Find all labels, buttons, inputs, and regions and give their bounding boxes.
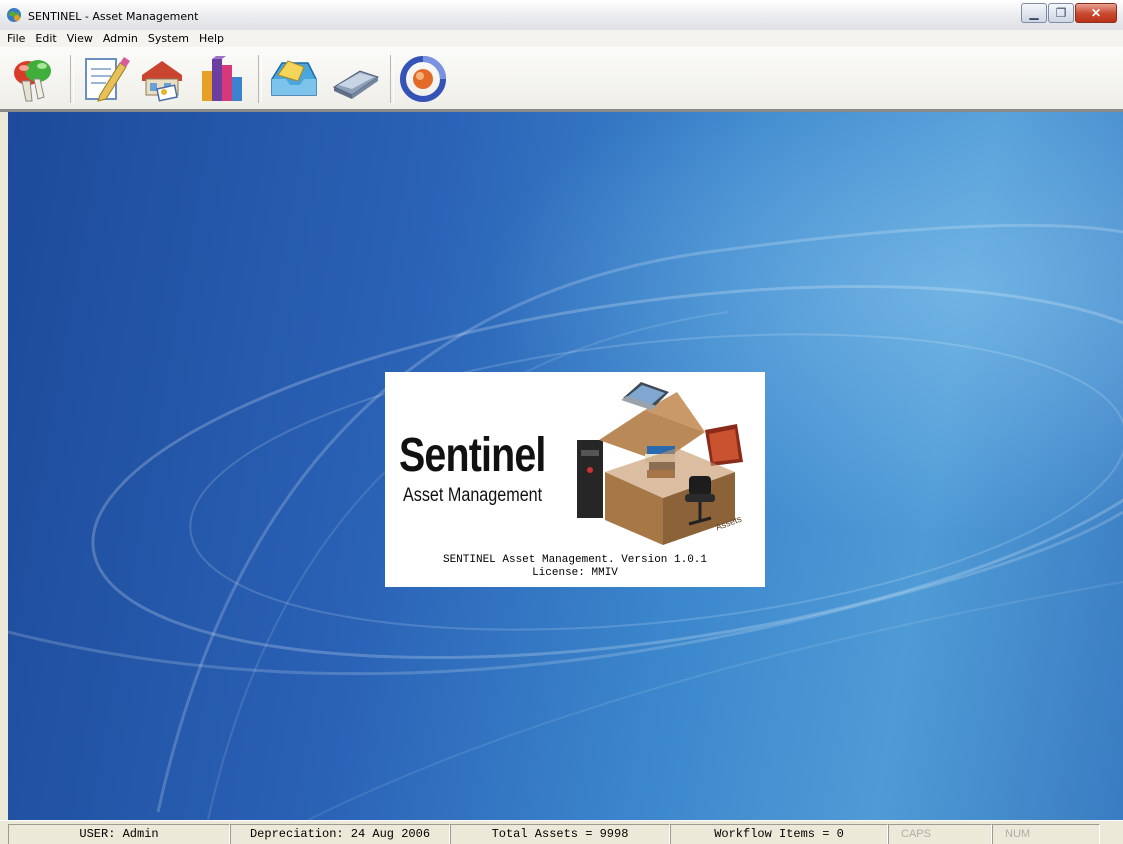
toolbar-workflow-button[interactable] <box>268 51 318 105</box>
close-icon: ✕ <box>1090 6 1102 20</box>
reports-chart-icon <box>202 56 242 101</box>
window-title: SENTINEL - Asset Management <box>28 10 199 23</box>
status-bar: USER: Admin Depreciation: 24 Aug 2006 To… <box>0 820 1123 844</box>
splash-version-text: SENTINEL Asset Management. Version 1.0.1 <box>442 554 708 566</box>
restore-button[interactable]: ❐ <box>1048 3 1074 23</box>
close-button[interactable]: ✕ <box>1075 3 1117 23</box>
menu-view[interactable]: View <box>62 30 98 47</box>
menu-system[interactable]: System <box>143 30 194 47</box>
toolbar-scanner-button[interactable] <box>330 51 380 105</box>
status-total-assets: Total Assets = 9998 <box>450 824 670 844</box>
window-controls: ▁ ❐ ✕ <box>1020 3 1117 23</box>
menu-file[interactable]: File <box>0 30 30 47</box>
workflow-inbox-icon <box>271 60 317 96</box>
toolbar-edit-button[interactable] <box>80 51 130 105</box>
toolbar-separator <box>390 55 394 103</box>
toolbar-exit-button[interactable] <box>398 51 448 105</box>
security-icon <box>14 60 51 102</box>
menu-admin[interactable]: Admin <box>98 30 143 47</box>
status-num: NUM <box>992 824 1100 844</box>
assets-icon <box>142 61 182 102</box>
minimize-icon: ▁ <box>1029 6 1039 20</box>
restore-icon: ❐ <box>1055 6 1067 20</box>
toolbar-separator <box>70 55 74 103</box>
splash-license-text: License: MMIV <box>532 567 618 579</box>
edit-document-icon <box>85 57 130 102</box>
menu-edit[interactable]: Edit <box>30 30 61 47</box>
app-globe-icon <box>7 8 21 22</box>
menu-bar: File Edit View Admin System Help <box>0 30 1123 47</box>
toolbar-separator <box>258 55 262 103</box>
splash-brand-subtitle: Asset Management <box>403 485 543 506</box>
minimize-button[interactable]: ▁ <box>1021 3 1047 23</box>
toolbar-security-button[interactable] <box>8 51 58 105</box>
exit-icon <box>400 56 446 102</box>
status-user: USER: Admin <box>8 824 230 844</box>
status-caps: CAPS <box>888 824 992 844</box>
status-depreciation: Depreciation: 24 Aug 2006 <box>230 824 450 844</box>
toolbar-reports-button[interactable] <box>196 51 246 105</box>
scanner-icon <box>332 70 380 99</box>
splash-panel: Sentinel Asset Management Assets SENTINE… <box>385 372 765 587</box>
splash-brand-title: Sentinel <box>399 429 546 482</box>
menu-help[interactable]: Help <box>194 30 229 47</box>
desktop-background: Sentinel Asset Management Assets SENTINE… <box>8 112 1123 820</box>
status-workflow-items: Workflow Items = 0 <box>670 824 888 844</box>
toolbar <box>0 47 1123 112</box>
title-bar: SENTINEL - Asset Management ▁ ❐ ✕ <box>0 0 1123 30</box>
toolbar-assets-button[interactable] <box>138 51 188 105</box>
